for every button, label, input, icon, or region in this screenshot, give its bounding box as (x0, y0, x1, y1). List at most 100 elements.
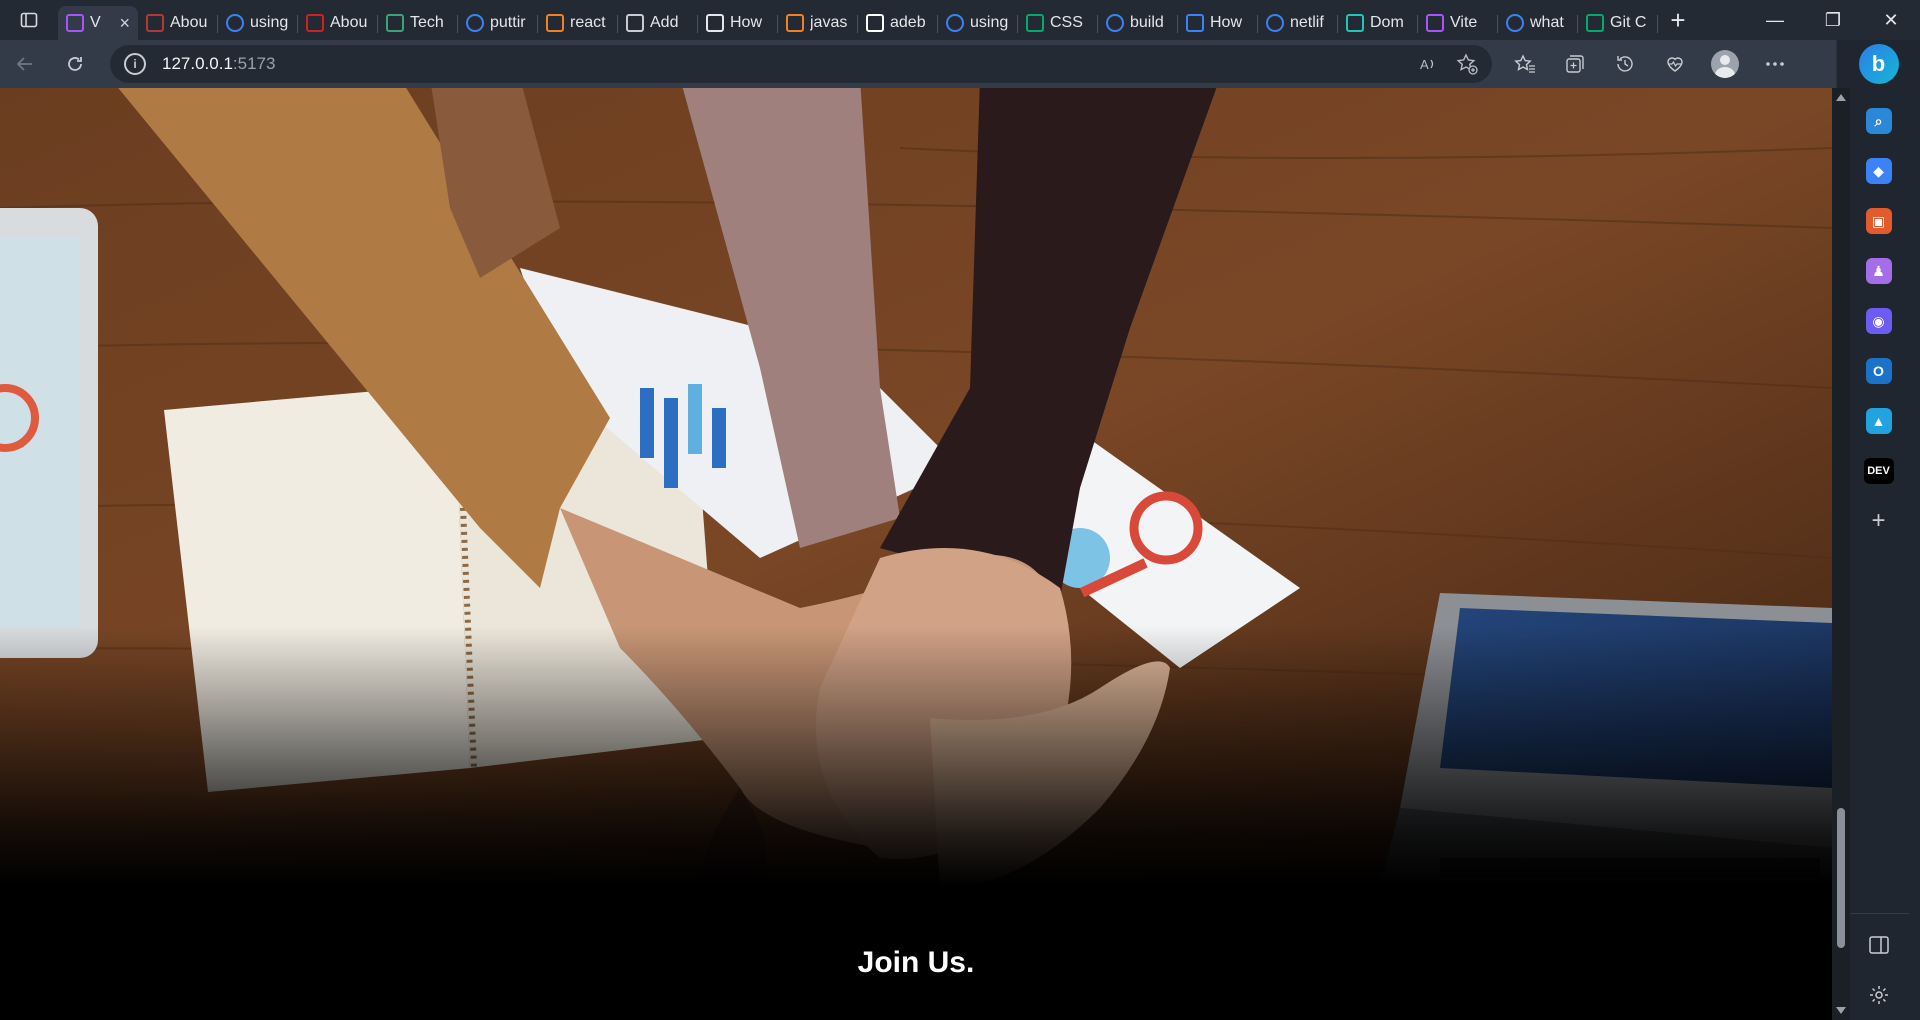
shopping-icon: ◆ (1865, 158, 1892, 184)
maximize-button[interactable]: ❐ (1804, 0, 1862, 40)
settings-more-button[interactable] (1750, 40, 1800, 88)
tab-title: V (90, 14, 101, 31)
browser-tab[interactable]: How (1178, 6, 1258, 40)
video-icon (626, 14, 644, 32)
tesla-logo-icon (306, 14, 324, 32)
hero-fade-overlay (0, 626, 1832, 886)
browser-tab[interactable]: Vite (1418, 6, 1498, 40)
browser-tab[interactable]: How (698, 6, 778, 40)
browser-tab[interactable]: using (218, 6, 298, 40)
tab-title: adeb (890, 14, 926, 31)
split-screen-icon (1868, 936, 1889, 954)
profile-button[interactable] (1700, 40, 1750, 88)
scroll-up-arrow-icon[interactable] (1836, 94, 1846, 101)
svg-text:A: A (1420, 57, 1429, 72)
tab-title: Vite (1450, 14, 1478, 31)
browser-tab[interactable]: react (538, 6, 618, 40)
site-info-icon[interactable]: i (124, 53, 146, 75)
github-icon (866, 14, 884, 32)
tab-title: Dom (1370, 14, 1404, 31)
search-icon: ⌕ (1865, 108, 1892, 134)
browser-tab[interactable]: Abou (138, 6, 218, 40)
close-tab-icon[interactable]: × (119, 13, 130, 34)
address-bar-actions: A (1418, 53, 1478, 75)
reload-icon (68, 57, 82, 71)
stackoverflow-icon (546, 14, 564, 32)
scroll-thumb[interactable] (1837, 808, 1845, 948)
tab-actions-button[interactable] (0, 0, 58, 40)
favorites-button[interactable] (1500, 40, 1550, 88)
browser-tab[interactable]: javas (778, 6, 858, 40)
tab-strip: V × Abou using Abou Tech puttir react Add How java… (0, 0, 1920, 40)
more-icon (1766, 62, 1784, 66)
browser-tab[interactable]: Dom (1338, 6, 1418, 40)
tab-title: puttir (490, 14, 526, 31)
browser-essentials-button[interactable] (1650, 40, 1700, 88)
add-favorite-icon[interactable] (1456, 53, 1478, 75)
minimize-button[interactable]: — (1746, 0, 1804, 40)
tab-title: Git C (1610, 14, 1647, 31)
search-icon (226, 14, 244, 32)
microsoft365-icon: ◉ (1865, 308, 1892, 334)
browser-tab[interactable]: using (938, 6, 1018, 40)
search-icon (1506, 14, 1524, 32)
page-scrollbar[interactable] (1832, 88, 1850, 1020)
browser-tab[interactable]: CSS (1018, 6, 1098, 40)
site-icon (386, 14, 404, 32)
reload-button[interactable] (50, 40, 100, 88)
browser-tab[interactable]: what (1498, 6, 1578, 40)
search-icon (1106, 14, 1124, 32)
url-text[interactable]: 127.0.0.1:5173 (162, 54, 275, 74)
page-viewport: Join Us. (0, 88, 1832, 1020)
copilot-button[interactable]: b (1858, 44, 1899, 84)
games-icon: ♟ (1865, 258, 1892, 284)
w3schools-icon (1586, 14, 1604, 32)
browser-tab[interactable]: Abou (298, 6, 378, 40)
outlook-icon: O (1865, 358, 1892, 384)
tab-title: How (1210, 14, 1243, 31)
dev-icon: DEV (1863, 458, 1894, 484)
tab-title: build (1130, 14, 1164, 31)
back-arrow-icon (16, 57, 32, 71)
vite-logo-icon (1426, 14, 1444, 32)
browser-tab[interactable]: build (1098, 6, 1178, 40)
search-icon (466, 14, 484, 32)
tablet-shape (0, 208, 98, 658)
browser-tab[interactable]: adeb (858, 6, 938, 40)
heart-pulse-icon (1667, 57, 1683, 72)
url-host: 127.0.0.1 (162, 54, 233, 73)
tab-title: Abou (170, 14, 208, 31)
netlify-icon (1346, 14, 1364, 32)
collections-button[interactable] (1550, 40, 1600, 88)
netlify-loader-icon (1186, 14, 1204, 32)
browser-tab[interactable]: puttir (458, 6, 538, 40)
tab-list: V × Abou using Abou Tech puttir react Add How java… (58, 0, 1658, 40)
vite-logo-icon (66, 14, 84, 32)
tab-title: How (730, 14, 763, 31)
join-us-heading: Join Us. (857, 946, 975, 979)
read-aloud-icon[interactable]: A (1418, 54, 1438, 74)
tab-title: Abou (330, 14, 368, 31)
close-window-button[interactable]: ✕ (1862, 0, 1920, 40)
browser-tab[interactable]: V × (58, 6, 138, 40)
tab-title: using (970, 14, 1009, 31)
history-icon (1617, 56, 1633, 72)
search-icon (946, 14, 964, 32)
new-tab-button[interactable]: + (1658, 0, 1698, 40)
tab-title: using (250, 14, 289, 31)
browser-tab[interactable]: Git C (1578, 6, 1658, 40)
scroll-down-arrow-icon[interactable] (1836, 1007, 1846, 1014)
medium-icon (706, 14, 724, 32)
add-icon: + (1871, 507, 1886, 534)
stackoverflow-icon (786, 14, 804, 32)
back-button[interactable] (0, 40, 50, 88)
tab-title: Add (650, 14, 679, 31)
browser-tab[interactable]: Tech (378, 6, 458, 40)
history-button[interactable] (1600, 40, 1650, 88)
browser-tab[interactable]: netlif (1258, 6, 1338, 40)
browser-tab[interactable]: Add (618, 6, 698, 40)
pdf-icon (146, 14, 164, 32)
tab-title: netlif (1290, 14, 1324, 31)
toolbar-right (1500, 40, 1800, 88)
address-bar[interactable]: i 127.0.0.1:5173 A (110, 45, 1492, 83)
